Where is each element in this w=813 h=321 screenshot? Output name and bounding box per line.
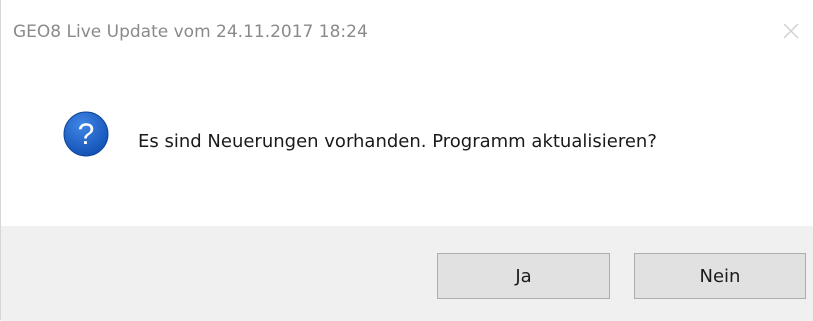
window-title: GEO8 Live Update vom 24.11.2017 18:24: [13, 22, 368, 42]
question-icon: ?: [63, 111, 109, 157]
yes-button[interactable]: Ja: [437, 253, 610, 299]
close-button[interactable]: [776, 16, 806, 46]
dialog-content: ? Es sind Neuerungen vorhanden. Programm…: [1, 64, 813, 226]
svg-text:?: ?: [78, 118, 95, 151]
close-icon: [783, 23, 799, 39]
dialog-footer: Ja Nein: [1, 226, 813, 321]
title-bar: GEO8 Live Update vom 24.11.2017 18:24: [1, 0, 813, 64]
dialog-message: Es sind Neuerungen vorhanden. Programm a…: [138, 131, 657, 152]
message-dialog: GEO8 Live Update vom 24.11.2017 18:24 ? …: [0, 0, 813, 321]
no-button[interactable]: Nein: [634, 253, 806, 299]
